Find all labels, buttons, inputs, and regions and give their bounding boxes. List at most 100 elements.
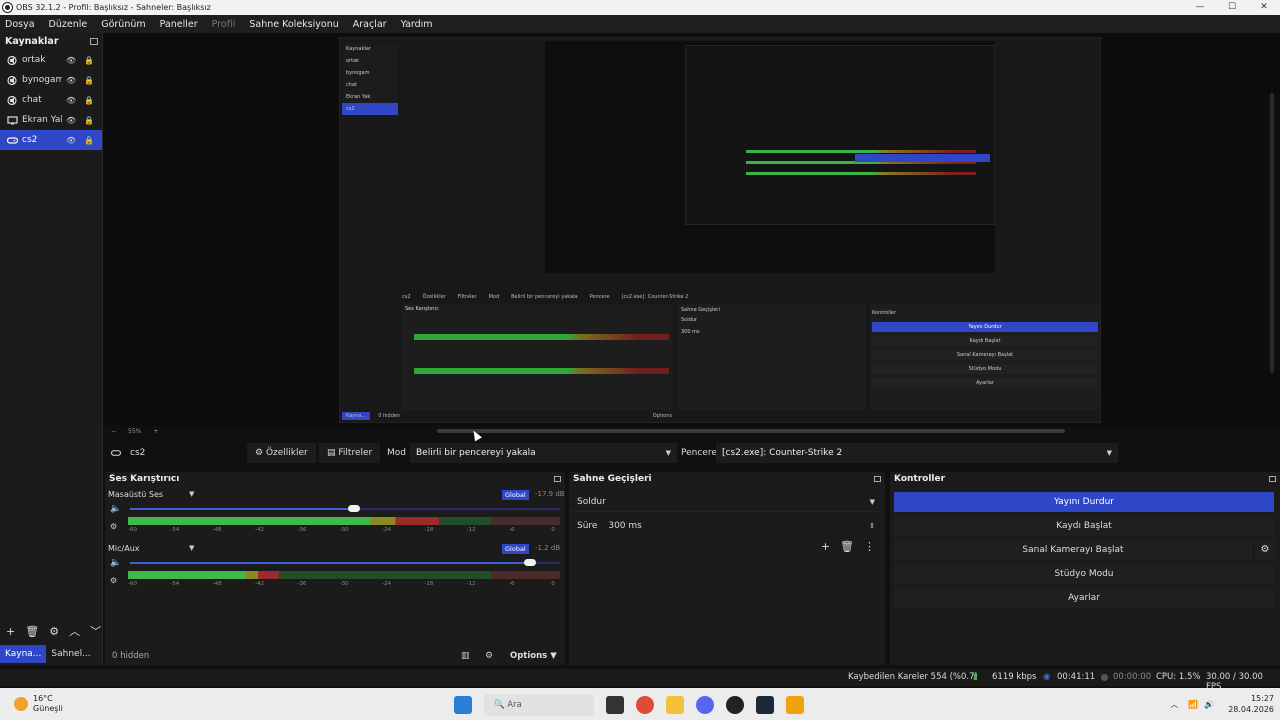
source-item-ortak[interactable]: ortak 👁 🔒 (0, 50, 102, 70)
lock-icon[interactable]: 🔒 (84, 116, 94, 125)
current-source: cs2 (110, 448, 145, 458)
menu-profile[interactable]: Profil (209, 19, 239, 30)
undock-button[interactable] (1269, 476, 1276, 482)
task-view-icon[interactable] (606, 696, 624, 714)
menu-edit[interactable]: Düzenle (46, 19, 91, 30)
undock-button[interactable] (874, 476, 881, 482)
volume-icon[interactable]: 🔊 (1204, 700, 1214, 709)
tab-sources[interactable]: Kayna... (0, 645, 47, 663)
volume-knob[interactable] (347, 505, 360, 512)
nested-hidden: 0 hidden (378, 413, 401, 419)
transitions-title: Sahne Geçişleri (573, 474, 652, 484)
undock-button[interactable] (554, 476, 561, 482)
stream-time: 00:41:11 (1057, 672, 1096, 682)
layout-icon[interactable]: ▥ (461, 651, 470, 661)
search-box[interactable]: 🔍 Ara (484, 694, 594, 716)
source-item-bynogam[interactable]: bynogam 👁 🔒 (0, 70, 102, 90)
nested-ctrl-button: Stüdyo Modu (872, 364, 1098, 374)
nested-controls: Kontroller Yayını Durdur Kaydı Başlat Sa… (870, 304, 1100, 410)
lock-icon[interactable]: 🔒 (84, 56, 94, 65)
meter-tick-label: -54 (170, 527, 180, 533)
speaker-icon[interactable]: 🔈 (110, 558, 121, 568)
speaker-icon[interactable]: 🔈 (110, 504, 121, 514)
settings-button[interactable]: Ayarlar (894, 588, 1274, 608)
source-item-ekran-yak[interactable]: Ekran Yak 👁 🔒 (0, 110, 102, 130)
duration-input[interactable]: 300 ms (608, 516, 879, 536)
chevron-down-icon[interactable]: ▼ (189, 544, 194, 552)
zoom-in-icon[interactable]: + (153, 428, 158, 435)
trash-icon[interactable]: 🗑 (840, 540, 854, 553)
volume-knob[interactable] (523, 559, 536, 566)
lock-icon[interactable]: 🔒 (84, 76, 94, 85)
steam-icon[interactable] (756, 696, 774, 714)
menu-file[interactable]: Dosya (2, 19, 38, 30)
filters-button[interactable]: ▤ Filtreler (319, 443, 381, 463)
stop-stream-button[interactable]: Yayını Durdur (894, 492, 1274, 512)
mode-select[interactable]: Belirli bir pencereyi yakala ▼ (410, 443, 677, 463)
meter-tick-label: -36 (297, 581, 307, 587)
volume-slider[interactable] (130, 559, 560, 566)
studio-mode-button[interactable]: Stüdyo Modu (894, 564, 1274, 584)
undock-button[interactable] (90, 38, 98, 45)
chrome-icon[interactable] (636, 696, 654, 714)
move-up-icon[interactable]: ︿ (69, 623, 80, 639)
eye-icon[interactable]: 👁 (66, 136, 76, 145)
transition-select[interactable]: Soldur ▼ (571, 492, 881, 512)
window-title: OBS 32.1.2 - Profil: Başlıksız - Sahnele… (16, 3, 211, 12)
eye-icon[interactable]: 👁 (66, 76, 76, 85)
weather-widget[interactable]: 16°C Güneşli (14, 694, 63, 714)
start-record-button[interactable]: Kaydı Başlat (894, 516, 1274, 536)
spinner-icon[interactable]: ⇕ (869, 516, 875, 536)
lock-icon[interactable]: 🔒 (84, 136, 94, 145)
close-button[interactable]: ✕ (1248, 0, 1280, 15)
add-source-icon[interactable]: + (6, 625, 15, 638)
properties-button[interactable]: ⚙ Özellikler (247, 443, 316, 463)
controls-title: Kontroller (894, 474, 946, 484)
windows-start-icon[interactable] (454, 696, 472, 714)
zoom-out-icon[interactable]: − (111, 428, 116, 435)
wifi-icon[interactable]: 📶 (1188, 700, 1198, 709)
tab-scenes[interactable]: Sahnel... (46, 645, 95, 663)
gear-icon[interactable]: ⚙ (1255, 540, 1275, 560)
menu-scene-collection[interactable]: Sahne Koleksiyonu (246, 19, 341, 30)
window-select[interactable]: [cs2.exe]: Counter-Strike 2 ▼ (716, 443, 1118, 463)
eye-icon[interactable]: 👁 (66, 56, 76, 65)
advanced-audio-icon[interactable]: ⚙ (485, 651, 493, 661)
add-icon[interactable]: + (821, 540, 830, 553)
counter-strike-icon[interactable] (786, 696, 804, 714)
move-down-icon[interactable]: ﹀ (90, 623, 101, 639)
menu-view[interactable]: Görünüm (98, 19, 148, 30)
volume-slider[interactable] (130, 505, 560, 512)
menu-docks[interactable]: Paneller (157, 19, 201, 30)
gear-icon[interactable]: ⚙ (110, 576, 117, 585)
nested-inner-preview (685, 45, 995, 225)
more-icon[interactable]: ⋮ (864, 540, 875, 553)
duration-label: Süre (577, 521, 598, 531)
gear-icon[interactable]: ⚙ (110, 522, 117, 531)
window-title-bar: OBS 32.1.2 - Profil: Başlıksız - Sahnele… (0, 0, 1280, 15)
options-button[interactable]: Options ▼ (510, 651, 557, 661)
virtual-camera-button[interactable]: Sanal Kamerayı Başlat (894, 540, 1252, 560)
source-properties-icon[interactable]: ⚙ (49, 625, 59, 638)
eye-icon[interactable]: 👁 (66, 96, 76, 105)
preview-vertical-scrollbar[interactable] (1270, 93, 1274, 373)
chevron-down-icon[interactable]: ▼ (189, 490, 194, 498)
source-item-cs2[interactable]: cs2 👁 🔒 (0, 130, 102, 150)
eye-icon[interactable]: 👁 (66, 116, 76, 125)
menu-tools[interactable]: Araçlar (350, 19, 390, 30)
discord-icon[interactable] (696, 696, 714, 714)
file-explorer-icon[interactable] (666, 696, 684, 714)
preview-canvas[interactable]: Kaynaklar ortak bynogam chat Ekran Yak c… (103, 33, 1280, 442)
maximize-button[interactable]: ☐ (1216, 0, 1248, 15)
remove-source-icon[interactable]: 🗑 (25, 625, 39, 638)
obs-icon[interactable] (726, 696, 744, 714)
clock[interactable]: 15:27 28.04.2026 (1228, 693, 1274, 715)
lock-icon[interactable]: 🔒 (84, 96, 94, 105)
source-item-chat[interactable]: chat 👁 🔒 (0, 90, 102, 110)
chevron-up-icon[interactable]: ︿ (1170, 699, 1178, 710)
minimize-button[interactable]: — (1184, 0, 1216, 15)
menu-help[interactable]: Yardım (398, 19, 436, 30)
preview-horizontal-scrollbar[interactable] (437, 429, 1065, 433)
meter-tick-label: -48 (212, 581, 222, 587)
volume-db: -17.9 dB (535, 490, 565, 498)
